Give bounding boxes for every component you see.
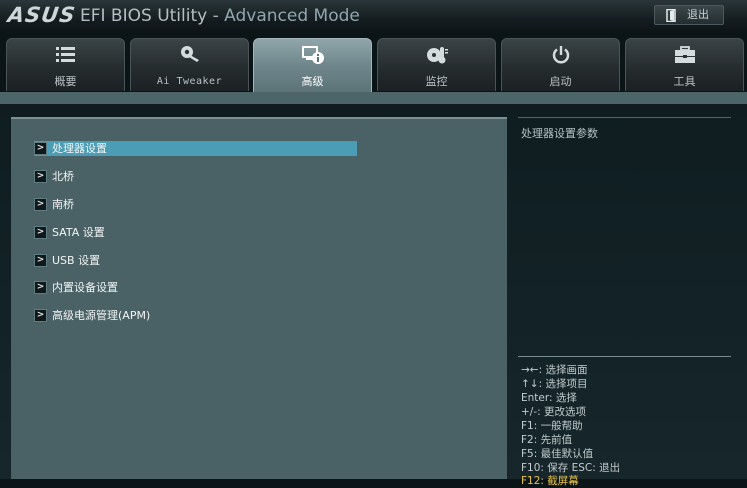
submenu-arrow-icon: >	[34, 142, 47, 155]
help-text: Enter: 选择	[521, 392, 577, 404]
main-tabs: 概要 Ai Tweaker 高级 监控 启动 工具	[0, 38, 747, 92]
tab-label: 监控	[425, 75, 448, 88]
exit-label: 退出	[687, 8, 709, 21]
app-title-main: EFI BIOS Utility	[80, 6, 208, 26]
help-text: F5: 最佳默认值	[521, 448, 594, 460]
submenu-arrow-icon: >	[34, 198, 47, 211]
divider	[518, 356, 731, 357]
asus-logo: ASUS	[6, 3, 78, 27]
help-text: F10: 保存 ESC: 退出	[521, 462, 621, 474]
menu-item-label: 南桥	[52, 198, 74, 211]
help-text: →←: 选择画面	[521, 364, 588, 376]
menu-item-northbridge[interactable]: > 北桥	[34, 169, 364, 184]
thermometer-fan-icon	[378, 45, 495, 65]
toolbox-icon	[626, 45, 743, 65]
menu-item-apm[interactable]: > 高级电源管理(APM)	[34, 308, 364, 323]
power-icon	[502, 45, 619, 65]
menu-item-sata-config[interactable]: > SATA 设置	[34, 225, 364, 240]
tab-tools[interactable]: 工具	[625, 38, 744, 91]
tab-ai-tweaker[interactable]: Ai Tweaker	[130, 38, 249, 91]
help-text: F2: 先前值	[521, 434, 573, 446]
menu-item-usb-config[interactable]: > USB 设置	[34, 253, 364, 268]
menu-item-onboard-devices[interactable]: > 内置设备设置	[34, 280, 364, 295]
menu-item-cpu-config[interactable]: > 处理器设置	[34, 141, 357, 156]
help-panel: 处理器设置参数 →←: 选择画面 ↑↓: 选择项目 Enter: 选择 +/-:…	[515, 117, 747, 487]
menu-item-label: 处理器设置	[52, 142, 107, 155]
help-text: F1: 一般帮助	[521, 420, 583, 432]
tab-monitor[interactable]: 监控	[377, 38, 496, 91]
app-title: EFI BIOS Utility - Advanced Mode	[80, 5, 360, 27]
tab-advanced[interactable]: 高级	[253, 38, 372, 92]
tab-label: 高级	[301, 75, 324, 88]
advanced-menu-panel: > 处理器设置 > 北桥 > 南桥 > SATA 设置 > USB 设置 > 内…	[11, 117, 507, 479]
help-text: ↑↓: 选择项目	[521, 378, 588, 390]
submenu-arrow-icon: >	[34, 309, 47, 322]
title-bar: ASUS EFI BIOS Utility - Advanced Mode 退出	[0, 0, 747, 34]
submenu-arrow-icon: >	[34, 170, 47, 183]
menu-item-label: SATA 设置	[52, 226, 105, 239]
exit-button[interactable]: 退出	[654, 5, 724, 25]
item-description: 处理器设置参数	[521, 127, 598, 140]
tab-boot[interactable]: 启动	[501, 38, 620, 91]
menu-item-label: 北桥	[52, 170, 74, 183]
help-text: +/-: 更改选项	[521, 406, 586, 418]
menu-item-southbridge[interactable]: > 南桥	[34, 197, 364, 212]
submenu-arrow-icon: >	[34, 226, 47, 239]
tab-overview[interactable]: 概要	[6, 38, 125, 91]
list-icon	[7, 45, 124, 65]
help-text: F12: 截屏幕	[521, 475, 579, 487]
divider	[518, 117, 731, 118]
app-title-mode: Advanced Mode	[224, 6, 360, 26]
tweaker-icon	[131, 45, 248, 65]
tab-label: 启动	[549, 75, 572, 88]
menu-item-label: 高级电源管理(APM)	[52, 309, 151, 322]
app-title-separator: -	[207, 6, 225, 26]
submenu-arrow-icon: >	[34, 281, 47, 294]
advanced-info-icon	[254, 45, 371, 65]
tab-label: Ai Tweaker	[156, 76, 223, 87]
menu-item-label: USB 设置	[52, 254, 101, 267]
tab-label: 工具	[673, 75, 696, 88]
exit-door-icon	[666, 8, 677, 28]
menu-item-label: 内置设备设置	[52, 281, 118, 294]
submenu-arrow-icon: >	[34, 254, 47, 267]
tab-label: 概要	[54, 75, 77, 88]
tab-underline-bar	[0, 92, 747, 104]
